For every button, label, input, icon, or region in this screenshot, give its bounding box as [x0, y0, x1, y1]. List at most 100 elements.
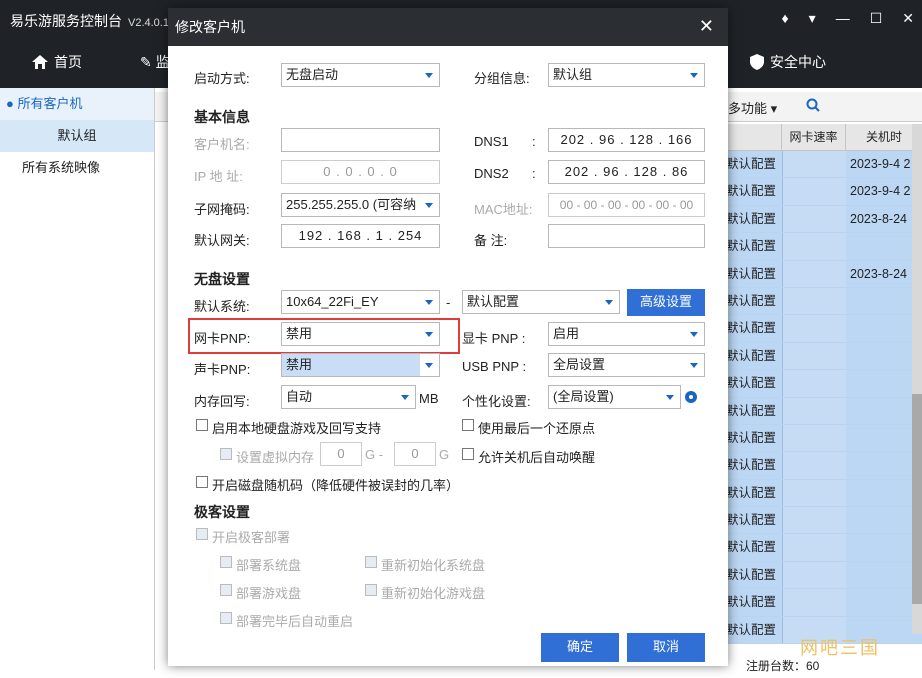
table-row[interactable]: 默认配置	[726, 534, 922, 562]
row-config-cell: 默认配置	[726, 260, 782, 287]
auto-restart-checkbox[interactable]	[220, 612, 232, 624]
dns2-input[interactable]: 202 . 96 . 128 . 86	[548, 160, 705, 184]
close-window-icon[interactable]: ✕	[902, 10, 914, 27]
chevron-down-icon	[666, 395, 674, 400]
table-row[interactable]: 默认配置	[726, 589, 922, 617]
sidebar-item-all-clients[interactable]: ● 所有客户机	[0, 88, 154, 120]
remark-label: 备 注:	[474, 233, 508, 248]
more-functions-button[interactable]: 多功能 ▾	[728, 98, 777, 117]
auto-wake-checkbox[interactable]	[462, 448, 474, 460]
table-row[interactable]: 默认配置 2023-9-4 2	[726, 178, 922, 206]
local-disk-game-label: 启用本地硬盘游戏及回写支持	[212, 421, 382, 436]
deploy-game-label: 部署游戏盘	[236, 586, 302, 601]
col-header-nic-speed[interactable]: 网卡速率	[782, 124, 846, 150]
enable-jike-checkbox[interactable]	[196, 528, 208, 540]
search-icon[interactable]	[806, 98, 820, 115]
personalize-select[interactable]: (全局设置)	[548, 385, 681, 409]
default-config-select[interactable]: 默认配置	[462, 290, 620, 314]
minimize-icon[interactable]: —	[836, 10, 850, 27]
reinit-system-checkbox[interactable]	[365, 556, 377, 568]
row-nic-speed-cell	[782, 479, 846, 507]
table-row[interactable]: 默认配置	[726, 315, 922, 343]
table-row[interactable]: 默认配置	[726, 233, 922, 261]
mac-label: MAC地址:	[474, 202, 533, 217]
virtual-mem-max-input[interactable]: 0	[394, 442, 436, 466]
table-row[interactable]: 默认配置	[726, 370, 922, 398]
col-header-shutdown[interactable]: 关机时	[846, 124, 922, 150]
client-name-input[interactable]	[281, 128, 440, 152]
virtual-mem-checkbox[interactable]	[220, 448, 232, 460]
advanced-settings-button[interactable]: 高级设置	[627, 289, 705, 316]
nav-monitor[interactable]: ✎ 监	[140, 52, 170, 72]
client-table: 网卡速率 关机时 默认配置 2023-9-4 2 默认配置 2023-9-4 2 默认配…	[726, 124, 922, 654]
personalize-option-icon[interactable]	[685, 391, 697, 403]
table-row[interactable]: 默认配置	[726, 507, 922, 535]
row-config-cell: 默认配置	[726, 287, 782, 315]
sound-pnp-select[interactable]: 禁用	[281, 353, 440, 377]
ok-button[interactable]: 确定	[541, 633, 619, 662]
remark-input[interactable]	[548, 224, 705, 248]
edit-client-dialog: 修改客户机 ✕ 启动方式: 无盘启动 分组信息: 默认组 基本信息 客户机名: …	[168, 8, 728, 666]
gpu-pnp-select[interactable]: 启用	[548, 322, 705, 346]
nic-pnp-select[interactable]: 禁用	[281, 322, 440, 346]
table-row[interactable]: 默认配置 2023-8-24	[726, 205, 922, 234]
subnet-select[interactable]: 255.255.255.0 (可容纳	[281, 193, 440, 217]
table-row[interactable]: 默认配置	[726, 479, 922, 508]
disk-random-checkbox[interactable]	[196, 476, 208, 488]
boot-mode-select[interactable]: 无盘启动	[281, 63, 440, 87]
last-restore-checkbox[interactable]	[462, 419, 474, 431]
table-row[interactable]: 默认配置 2023-9-4 2	[726, 151, 922, 179]
close-icon[interactable]: ✕	[699, 16, 714, 37]
mac-input[interactable]: 00 - 00 - 00 - 00 - 00 - 00	[548, 193, 705, 217]
default-system-select[interactable]: 10x64_22Fi_EY	[281, 290, 440, 314]
reinit-game-checkbox[interactable]	[365, 584, 377, 596]
table-row[interactable]: 默认配置	[726, 287, 922, 316]
row-shutdown-time-cell: 2023-9-4 2	[846, 151, 922, 178]
sidebar: ● 所有客户机 默认组 所有系统映像	[0, 88, 155, 670]
local-disk-game-checkbox[interactable]	[196, 419, 208, 431]
table-row[interactable]: 默认配置 2023-8-24	[726, 260, 922, 288]
deploy-system-label: 部署系统盘	[236, 558, 302, 573]
row-nic-speed-cell	[782, 561, 846, 589]
table-row[interactable]: 默认配置	[726, 424, 922, 453]
table-row[interactable]: 默认配置	[726, 452, 922, 480]
mem-writeback-select[interactable]: 自动	[281, 385, 416, 409]
maximize-icon[interactable]: ☐	[870, 10, 883, 27]
row-shutdown-time-cell	[846, 589, 922, 616]
group-select[interactable]: 默认组	[548, 63, 705, 87]
row-nic-speed-cell	[782, 589, 846, 616]
table-scrollbar[interactable]	[912, 124, 922, 634]
skin-icon[interactable]: ♦	[782, 10, 789, 27]
cancel-button[interactable]: 取消	[627, 633, 705, 662]
row-nic-speed-cell	[782, 233, 846, 260]
deploy-game-checkbox[interactable]	[220, 584, 232, 596]
ip-input[interactable]: 0 . 0 . 0 . 0	[281, 160, 440, 184]
nav-home[interactable]: 首页	[32, 52, 82, 72]
scrollbar-thumb[interactable]	[912, 394, 922, 604]
usb-pnp-select[interactable]: 全局设置	[548, 353, 705, 377]
row-nic-speed-cell	[782, 342, 846, 370]
table-row[interactable]: 默认配置	[726, 561, 922, 590]
row-config-cell: 默认配置	[726, 151, 782, 178]
g-dash-label: G -	[365, 447, 384, 462]
row-shutdown-time-cell	[846, 534, 922, 561]
row-config-cell: 默认配置	[726, 205, 782, 233]
chevron-down-icon	[690, 332, 698, 337]
virtual-mem-min-input[interactable]: 0	[320, 442, 362, 466]
dns1-colon: :	[532, 134, 536, 149]
dns1-input[interactable]: 202 . 96 . 128 . 166	[548, 128, 705, 152]
table-row[interactable]: 默认配置	[726, 342, 922, 371]
sidebar-item-all-images[interactable]: 所有系统映像	[0, 152, 154, 184]
row-config-cell: 默认配置	[726, 589, 782, 616]
table-row[interactable]: 默认配置	[726, 397, 922, 425]
personalize-label: 个性化设置:	[462, 394, 531, 409]
sidebar-item-default-group[interactable]: 默认组	[0, 120, 154, 152]
gpu-pnp-label: 显卡 PNP :	[462, 331, 526, 346]
deploy-system-checkbox[interactable]	[220, 556, 232, 568]
gateway-input[interactable]: 192 . 168 . 1 . 254	[281, 224, 440, 248]
nav-security[interactable]: 安全中心	[750, 52, 826, 72]
menu-dropdown-icon[interactable]: ▾	[809, 10, 816, 27]
row-shutdown-time-cell: 2023-8-24	[846, 260, 922, 287]
dns2-colon: :	[532, 166, 536, 181]
col-header-config[interactable]	[726, 124, 782, 150]
